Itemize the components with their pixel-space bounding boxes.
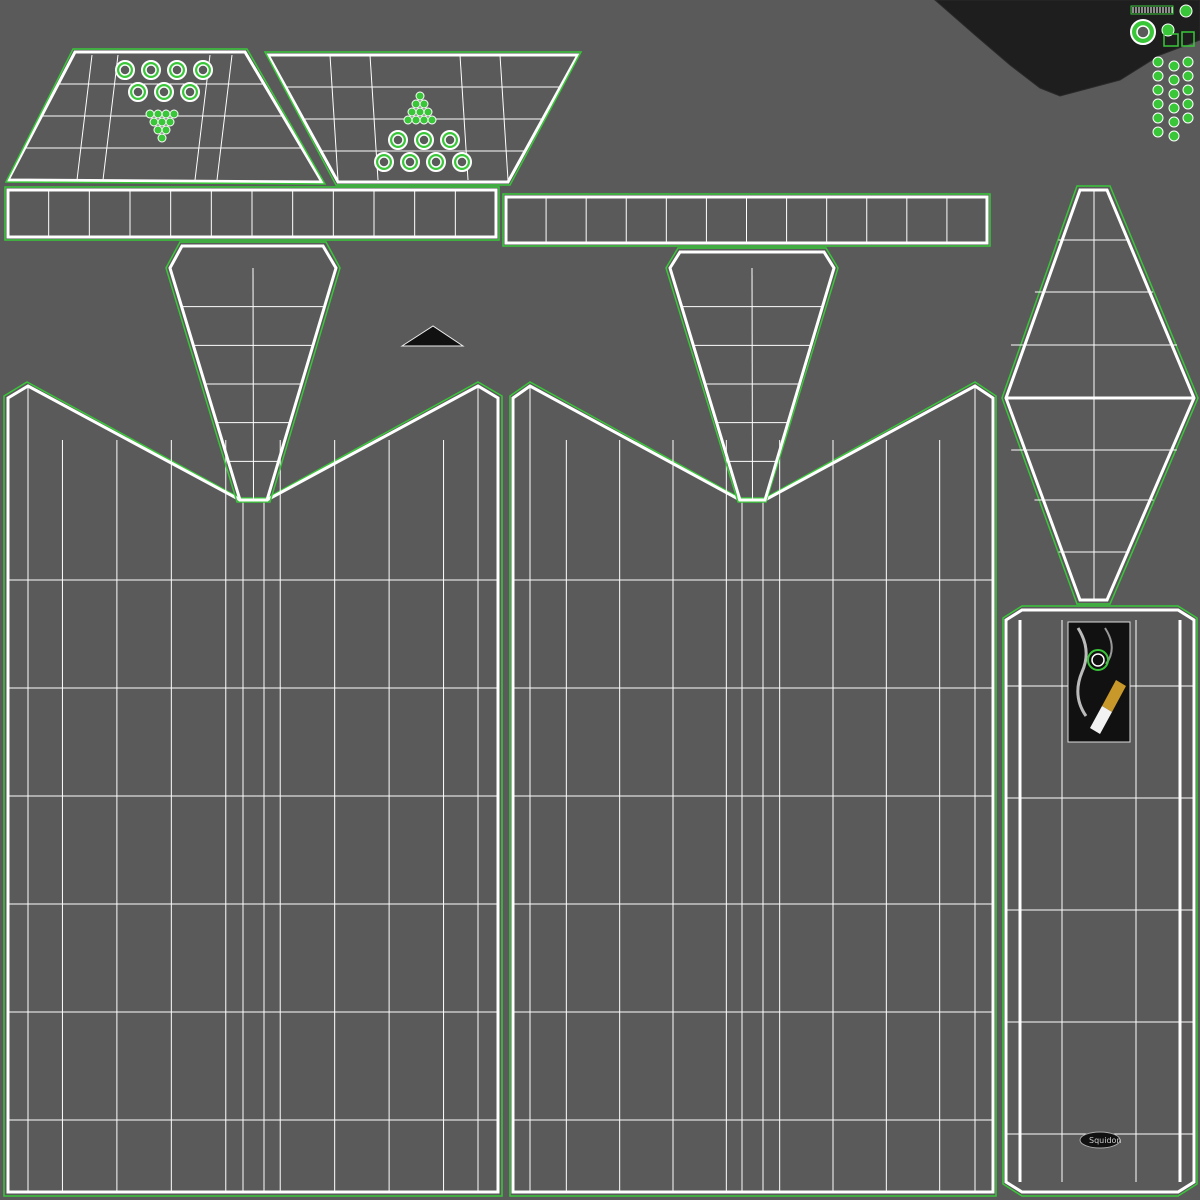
lid-dot: [161, 109, 171, 119]
small-part-dot: [1168, 130, 1180, 142]
lid-ring-hole: [119, 64, 131, 76]
small-part-dot: [1168, 102, 1180, 114]
lid-dot: [165, 117, 175, 127]
lid-ring-hole: [197, 64, 209, 76]
small-part-dot: [1168, 60, 1180, 72]
lid-dot: [153, 109, 163, 119]
small-part-dot: [1152, 112, 1164, 124]
uv-edge: [216, 54, 233, 181]
uv-edge: [76, 54, 93, 181]
small-part-dot: [1152, 126, 1164, 138]
lid-dot: [419, 115, 429, 125]
lid-ring-hole: [132, 86, 144, 98]
lid-ring-hole: [444, 134, 456, 146]
lid-ring-hole: [404, 156, 416, 168]
logo-text: Squidon: [1089, 1136, 1122, 1145]
small-part-dot: [1152, 70, 1164, 82]
uv-edge: [499, 54, 509, 181]
cigarette-smoke-icon: [1067, 621, 1131, 743]
small-part-dot: [1168, 88, 1180, 100]
lid-dot: [161, 125, 171, 135]
lid-dot: [153, 125, 163, 135]
diamond-cap-shell: [1001, 185, 1199, 605]
lid-dot: [169, 109, 179, 119]
small-part-dot: [1182, 70, 1194, 82]
lid-dot: [407, 107, 417, 117]
lid-ring-hole: [392, 134, 404, 146]
lid-ring-hole: [378, 156, 390, 168]
small-part-dot: [1182, 98, 1194, 110]
small-part-dot: [1168, 116, 1180, 128]
lid-dot: [427, 115, 437, 125]
small-part-dot: [1182, 84, 1194, 96]
lid-dot: [145, 109, 155, 119]
small-part-dot: [1182, 56, 1194, 68]
small-part-dot: [1152, 98, 1164, 110]
lid-ring-hole: [171, 64, 183, 76]
lid-ring-hole: [456, 156, 468, 168]
small-part-dot: [1152, 56, 1164, 68]
lid-dot: [415, 107, 425, 117]
lid-ring-hole: [184, 86, 196, 98]
band-strip-left-shell: [4, 186, 500, 241]
lid-dot: [423, 107, 433, 117]
dark-marker-shape: [400, 325, 465, 347]
lid-dot: [415, 91, 425, 101]
lid-ring-hole: [418, 134, 430, 146]
lid-dot: [157, 117, 167, 127]
lid-dot: [411, 99, 421, 109]
band-strip-right-shell: [502, 193, 991, 247]
uv-edge: [329, 54, 339, 181]
lid-ring-hole: [430, 156, 442, 168]
small-part-dot: [1182, 112, 1194, 124]
lid-dot: [149, 117, 159, 127]
lid-dot: [403, 115, 413, 125]
lid-dot: [157, 133, 167, 143]
small-part-dot: [1152, 84, 1164, 96]
small-part-dot: [1168, 74, 1180, 86]
lid-dot: [419, 99, 429, 109]
uv-layout-canvas: Squidon: [3, 0, 1200, 1197]
lid-ring-hole: [158, 86, 170, 98]
lid-ring-hole: [145, 64, 157, 76]
lid-dot: [411, 115, 421, 125]
side-panel-right-shell: [509, 247, 997, 1197]
logo-badge: Squidon: [1079, 1131, 1122, 1149]
side-panel-left-shell: [3, 241, 503, 1197]
